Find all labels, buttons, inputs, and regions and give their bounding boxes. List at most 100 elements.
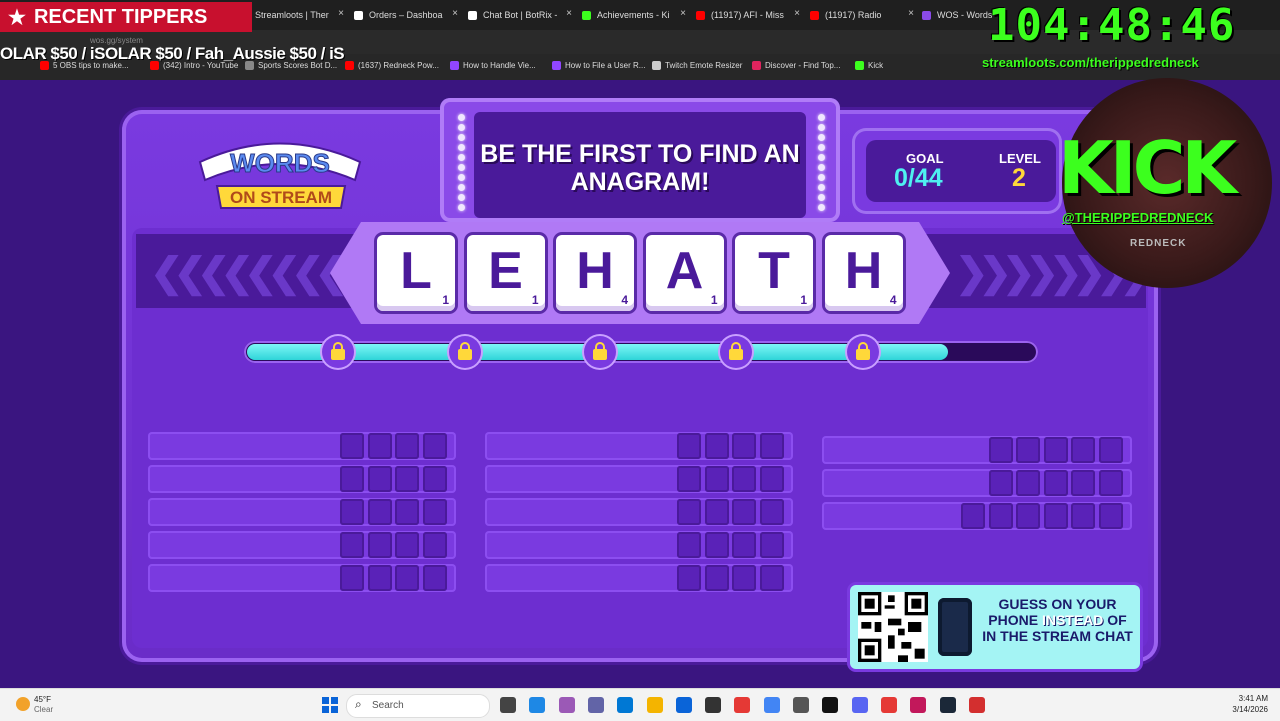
taskbar-app-icon[interactable] <box>880 697 897 713</box>
bookmark-item[interactable]: How to File a User R... <box>552 61 645 70</box>
letter-box <box>422 499 447 525</box>
bookmark-label: How to File a User R... <box>565 61 646 70</box>
bookmark-item[interactable]: Twitch Emote Resizer <box>652 61 742 70</box>
lock-icon <box>720 336 752 368</box>
close-icon[interactable]: × <box>452 8 458 19</box>
bookmark-item[interactable]: How to Handle Vie... <box>450 61 536 70</box>
bookmark-item[interactable]: Kick <box>855 61 883 70</box>
tab-label: (11917) Radio <box>825 10 882 20</box>
letter-box <box>677 499 701 525</box>
tab-label: Achievements - Ki <box>597 10 670 20</box>
bookmark-label: Twitch Emote Resizer <box>665 61 743 70</box>
tile-points: 1 <box>800 293 807 307</box>
marquee-light <box>818 134 825 141</box>
taskbar-app-icon[interactable] <box>763 697 780 713</box>
letter-box <box>395 532 419 558</box>
letter-box <box>1098 470 1123 496</box>
marquee-light <box>458 174 465 181</box>
search-icon: ⌕ <box>355 697 362 711</box>
tile-letter: H <box>844 242 883 300</box>
letter-box <box>677 532 701 558</box>
taskbar-app-icon[interactable] <box>968 697 985 713</box>
taskbar-app-icon[interactable] <box>705 697 722 713</box>
letter-box <box>704 433 729 459</box>
goal-value: 0/44 <box>894 164 943 192</box>
letter-tile[interactable]: L1 <box>377 235 455 311</box>
close-icon[interactable]: × <box>680 8 686 19</box>
letter-box <box>1071 470 1095 496</box>
taskbar-app-icon[interactable] <box>558 697 575 713</box>
recent-tippers-text: RECENT TIPPERS <box>33 5 208 28</box>
letter-box <box>677 565 701 591</box>
taskbar-app-icon[interactable] <box>529 697 546 713</box>
bookmark-item[interactable]: Discover - Find Top... <box>752 61 840 70</box>
words-on-stream-logo: WORDS ON STREAM <box>198 142 362 209</box>
tile-points: 1 <box>531 293 539 307</box>
taskbar-app-icon[interactable] <box>587 697 604 713</box>
tab-label: Streamloots | Ther <box>255 10 329 20</box>
taskbar-app-icon[interactable] <box>851 697 868 713</box>
close-icon[interactable]: × <box>338 8 344 19</box>
letter-box <box>1016 437 1040 463</box>
bookmark-favicon-icon <box>652 61 661 70</box>
marquee-light <box>818 164 825 171</box>
weather-icon[interactable] <box>16 697 30 711</box>
letter-box <box>422 433 447 459</box>
marquee-light <box>818 194 825 201</box>
taskbar-app-icon[interactable] <box>910 697 927 713</box>
tab-favicon-icon <box>810 10 819 20</box>
letter-tile[interactable]: T1 <box>735 235 813 311</box>
close-icon[interactable]: × <box>794 8 800 19</box>
letter-box <box>704 565 729 591</box>
taskbar-app-icon[interactable] <box>822 697 839 713</box>
letter-tile[interactable]: H4 <box>556 235 634 311</box>
taskbar-app-icon[interactable] <box>500 697 516 713</box>
tab-label: Chat Bot | BotRix - <box>483 10 558 20</box>
browser-tab[interactable]: Chat Bot | BotRix - × <box>468 4 572 26</box>
clock[interactable]: 3:41 AM 3/14/2026 <box>1232 693 1268 715</box>
browser-tab[interactable]: Achievements - Ki × <box>582 4 686 26</box>
letter-box <box>732 565 756 591</box>
marquee-light <box>458 194 465 201</box>
browser-tab[interactable]: (11917) AFI - Miss × <box>696 4 800 26</box>
taskbar-app-icon[interactable] <box>734 697 751 713</box>
tile-letter: T <box>758 242 790 300</box>
search-label: Search <box>372 700 404 711</box>
taskbar-app-icon[interactable] <box>793 697 809 713</box>
bookmark-label: Discover - Find Top... <box>765 61 841 70</box>
lock-body <box>729 349 743 360</box>
windows-start-icon[interactable] <box>322 697 338 713</box>
close-icon[interactable]: × <box>908 8 914 19</box>
letter-box <box>1016 503 1040 529</box>
phone-guess-text: GUESS ON YOUR PHONE INSTEAD OF IN THE ST… <box>980 596 1135 644</box>
streamloots-url: streamloots.com/therippedredneck <box>982 55 1199 70</box>
taskbar-app-icon[interactable] <box>617 697 634 713</box>
browser-tab[interactable]: Orders – Dashboa × <box>354 4 458 26</box>
weather-widget[interactable]: 45°F Clear <box>34 695 53 715</box>
close-icon[interactable]: × <box>566 8 572 19</box>
stream-timer: 104:48:46 <box>988 0 1236 51</box>
taskbar-search[interactable]: ⌕ Search <box>346 694 490 718</box>
letter-tile[interactable]: A1 <box>645 235 724 311</box>
star-icon: ★ <box>8 6 26 29</box>
taskbar-app-icon[interactable] <box>939 697 956 713</box>
bookmark-item[interactable]: (1637) Redneck Pow... <box>345 61 439 70</box>
taskbar-app-icon[interactable] <box>675 697 692 713</box>
tab-favicon-icon <box>582 10 591 20</box>
letter-tile[interactable]: H4 <box>824 235 903 311</box>
marquee-light <box>458 134 465 141</box>
left-chevrons-icon: ❮❮❮❮❮❮❮❮ <box>150 251 348 295</box>
letter-box <box>367 466 392 492</box>
headline-text: BE THE FIRST TO FIND AN ANAGRAM! <box>480 140 800 196</box>
letter-box <box>677 466 701 492</box>
marquee-light <box>458 124 465 131</box>
tab-favicon-icon <box>922 10 931 20</box>
browser-tab[interactable]: (11917) Radio × <box>810 4 914 26</box>
letter-tile[interactable]: E1 <box>466 235 545 311</box>
clock-time: 3:41 AM <box>1238 694 1268 703</box>
tile-points: 4 <box>621 293 628 307</box>
letter-box <box>988 470 1013 496</box>
letter-box <box>732 466 756 492</box>
browser-tab[interactable]: Streamloots | Ther × <box>240 4 344 26</box>
taskbar-app-icon[interactable] <box>646 697 663 713</box>
